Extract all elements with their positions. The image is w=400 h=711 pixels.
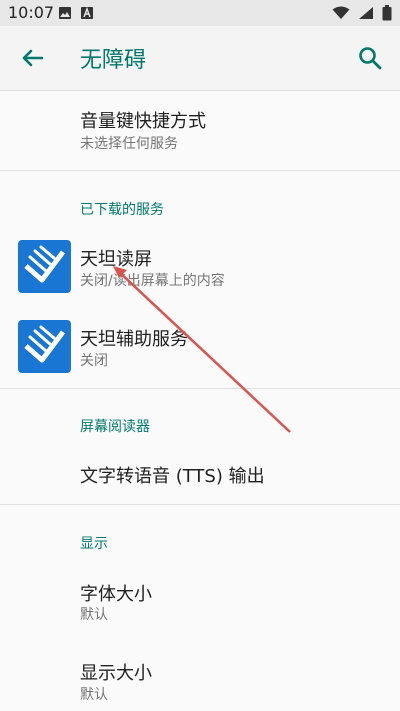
section-header-screen-reader: 屏幕阅读器 bbox=[80, 419, 150, 435]
signal-icon bbox=[359, 7, 373, 19]
back-button[interactable] bbox=[16, 42, 48, 74]
text-notification-icon bbox=[81, 6, 93, 19]
search-button[interactable] bbox=[354, 42, 386, 74]
display-size-item[interactable]: 显示大小 默认 bbox=[0, 640, 400, 711]
status-bar: 10:07 bbox=[0, 0, 400, 26]
display-size-title: 显示大小 bbox=[80, 663, 152, 684]
arrow-back-icon bbox=[22, 49, 44, 67]
status-left-icons bbox=[58, 6, 94, 20]
display-size-summary: 默认 bbox=[80, 687, 108, 703]
font-size-title: 字体大小 bbox=[80, 584, 152, 605]
font-size-summary: 默认 bbox=[80, 607, 108, 623]
tiantan-reader-summary: 关闭/读出屏幕上的内容 bbox=[80, 273, 225, 289]
volume-shortcut-summary: 未选择任何服务 bbox=[80, 136, 178, 152]
tiantan-reader-item[interactable]: 天坦读屏 关闭/读出屏幕上的内容 bbox=[0, 226, 400, 306]
status-time: 10:07 bbox=[8, 3, 55, 22]
volume-shortcut-item[interactable]: 音量键快捷方式 未选择任何服务 bbox=[0, 90, 400, 170]
wifi-icon bbox=[332, 6, 350, 19]
status-right-icons bbox=[332, 5, 392, 21]
divider bbox=[0, 170, 400, 171]
tiantan-reader-app-icon bbox=[18, 240, 71, 293]
battery-icon bbox=[382, 5, 392, 21]
tts-output-item[interactable]: 文字转语音 (TTS) 输出 bbox=[0, 444, 400, 504]
tiantan-assist-app-icon bbox=[18, 320, 71, 373]
tiantan-assist-item[interactable]: 天坦辅助服务 关闭 bbox=[0, 306, 400, 386]
font-size-item[interactable]: 字体大小 默认 bbox=[0, 562, 400, 638]
section-header-display: 显示 bbox=[80, 536, 108, 552]
tts-output-title: 文字转语音 (TTS) 输出 bbox=[80, 466, 265, 487]
page-title: 无障碍 bbox=[80, 48, 147, 73]
image-notification-icon bbox=[59, 7, 71, 19]
tiantan-logo-icon bbox=[24, 325, 65, 363]
app-bar: 无障碍 bbox=[0, 26, 400, 91]
tiantan-logo-icon bbox=[24, 245, 65, 283]
volume-shortcut-title: 音量键快捷方式 bbox=[80, 111, 206, 132]
tiantan-reader-title: 天坦读屏 bbox=[80, 249, 152, 270]
tiantan-assist-summary: 关闭 bbox=[80, 353, 108, 369]
divider bbox=[0, 504, 400, 505]
tiantan-assist-title: 天坦辅助服务 bbox=[80, 329, 188, 350]
divider bbox=[0, 388, 400, 389]
search-icon bbox=[359, 47, 382, 70]
section-header-downloaded: 已下载的服务 bbox=[80, 202, 164, 218]
